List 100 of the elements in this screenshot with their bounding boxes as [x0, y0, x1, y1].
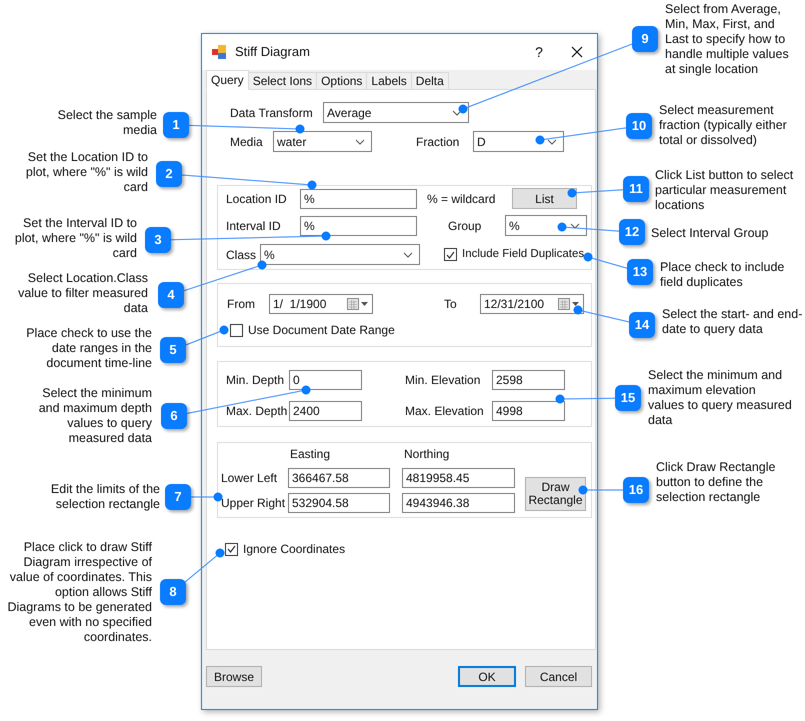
tab[interactable]: Delta — [410, 72, 449, 90]
callout-text: Select the minimum and maximum depth values to query measured data — [38, 386, 152, 446]
checkbox-label: Ignore Coordinates — [243, 541, 346, 558]
callout-badge: 2 — [156, 161, 182, 187]
dialog-button[interactable]: Cancel — [525, 666, 592, 687]
callout-text: Select Location.Class value to filter measured data — [17, 271, 148, 316]
callout-badge: 8 — [160, 579, 186, 605]
list-button[interactable]: List — [512, 188, 577, 209]
callout-badge: 10 — [626, 113, 652, 139]
dropdown[interactable]: D — [473, 131, 564, 152]
dropdown[interactable]: % — [505, 215, 587, 236]
checkbox[interactable] — [444, 248, 457, 261]
field-label: Easting — [290, 446, 332, 463]
tab[interactable]: Options — [316, 72, 368, 90]
checkbox-label: Use Document Date Range — [248, 322, 395, 339]
callout-text: Place check to use the date ranges in the document time-line — [25, 326, 152, 371]
callout-badge: 5 — [160, 337, 186, 363]
callout-badge: 3 — [145, 227, 171, 253]
input-field[interactable]: % — [300, 188, 417, 208]
leader-line — [578, 486, 624, 494]
app-icon — [212, 45, 227, 59]
input-field[interactable]: 4943946.38 — [402, 493, 515, 513]
callout-badge: 7 — [165, 484, 191, 510]
field-label: Data Transform — [230, 104, 314, 122]
callout-text: Select measurement fraction (typically either total or dissolved) — [659, 103, 788, 148]
field-label: Min. Depth — [226, 372, 286, 389]
input-field[interactable]: % — [300, 216, 417, 236]
leader-line — [568, 188, 624, 198]
dropdown[interactable]: Average — [323, 102, 469, 123]
field-label: Fraction — [416, 134, 460, 150]
input-field[interactable]: 4998 — [492, 401, 565, 421]
checkbox[interactable] — [230, 324, 243, 336]
dropdown[interactable]: water — [273, 131, 372, 152]
input-field[interactable]: 2598 — [492, 370, 565, 390]
callout-text: Click List button to select particular measurement locations — [655, 168, 794, 213]
field-label: Max. Depth — [226, 403, 288, 420]
field-label: Min. Elevation — [405, 372, 482, 389]
callout-badge: 16 — [623, 477, 649, 503]
field-label: Upper Right — [221, 495, 286, 512]
callout-text: Set the Interval ID to plot, where "%" is wild card — [14, 216, 137, 261]
close-icon[interactable] — [571, 46, 583, 58]
input-field[interactable]: 532904.58 — [288, 493, 390, 513]
dialog-button[interactable]: Browse — [206, 666, 262, 687]
callout-badge: 9 — [632, 26, 658, 52]
callout-badge: 13 — [627, 259, 653, 285]
leader-line — [556, 394, 616, 404]
callout-badge: 6 — [161, 403, 187, 429]
input-field[interactable]: 0 — [289, 370, 362, 390]
chevron-down-icon — [355, 138, 365, 144]
callout-text: Click Draw Rectangle button to define the selection rectangle — [656, 460, 776, 505]
field-label: Class — [226, 246, 258, 264]
callout-text: Place check to include field duplicates — [660, 260, 786, 290]
checkbox[interactable] — [225, 542, 238, 556]
field-label: % = wildcard — [427, 190, 496, 208]
callout-text: Select from Average, Min, Max, First, and Last to specify how to handle multiple values at single location — [665, 2, 790, 77]
date-picker[interactable]: 12/31/2100 — [480, 294, 584, 314]
leader-line — [584, 252, 628, 269]
leader-line — [184, 326, 228, 346]
field-label: Max. Elevation — [405, 403, 485, 420]
field-label: Group — [448, 218, 482, 234]
leader-line — [574, 306, 630, 323]
dropdown[interactable]: % — [260, 244, 420, 265]
field-label: Interval ID — [226, 218, 282, 234]
leader-line — [182, 548, 224, 584]
callout-badge: 12 — [619, 219, 645, 245]
checkbox-label: Include Field Duplicates — [462, 246, 584, 262]
chevron-down-icon — [547, 138, 557, 144]
chevron-down-icon — [452, 110, 462, 116]
callout-badge: 14 — [629, 312, 655, 338]
callout-badge: 1 — [163, 112, 189, 138]
input-field[interactable]: 4819958.45 — [402, 468, 515, 488]
callout-text: Select Interval Group — [651, 226, 770, 241]
leader-line — [190, 492, 222, 502]
field-label: To — [444, 296, 458, 313]
chevron-down-icon — [570, 222, 580, 228]
callout-text: Select the minimum and maximum elevation values to query measured data — [648, 368, 793, 428]
leader-line — [558, 222, 620, 232]
dialog-button[interactable]: OK — [458, 666, 516, 687]
callout-text: Edit the limits of the selection rectangle — [50, 482, 160, 512]
draw-rectangle-button[interactable]: Draw Rectangle — [525, 477, 586, 511]
field-label: Location ID — [226, 190, 288, 208]
callout-text: Set the Location ID to plot, where "%" is wild card — [24, 150, 148, 195]
callout-text: Select the start- and end-date to query data — [662, 307, 803, 337]
callout-badge: 4 — [158, 282, 184, 308]
tab[interactable]: Query — [206, 70, 249, 90]
window-title: Stiff Diagram — [235, 43, 310, 62]
input-field[interactable]: 366467.58 — [288, 468, 390, 488]
check-icon — [446, 250, 455, 258]
date-picker[interactable]: 1/ 1/1900 — [269, 294, 373, 314]
field-label: Lower Left — [221, 470, 278, 487]
chevron-down-icon — [403, 252, 413, 258]
check-icon — [227, 545, 236, 553]
help-button[interactable]: ? — [529, 42, 549, 62]
input-field[interactable]: 2400 — [289, 401, 362, 421]
callout-badge: 11 — [623, 176, 649, 202]
field-label: Northing — [404, 446, 450, 463]
callout-text: Select the sample media — [56, 108, 157, 138]
calendar-icon[interactable] — [347, 298, 369, 310]
callout-text: Place click to draw Stiff Diagram irrespective of value of coordinates. This option allows Stiff Diagrams to be generated even with no specified coordinates. — [6, 540, 152, 645]
field-label: From — [227, 296, 256, 313]
